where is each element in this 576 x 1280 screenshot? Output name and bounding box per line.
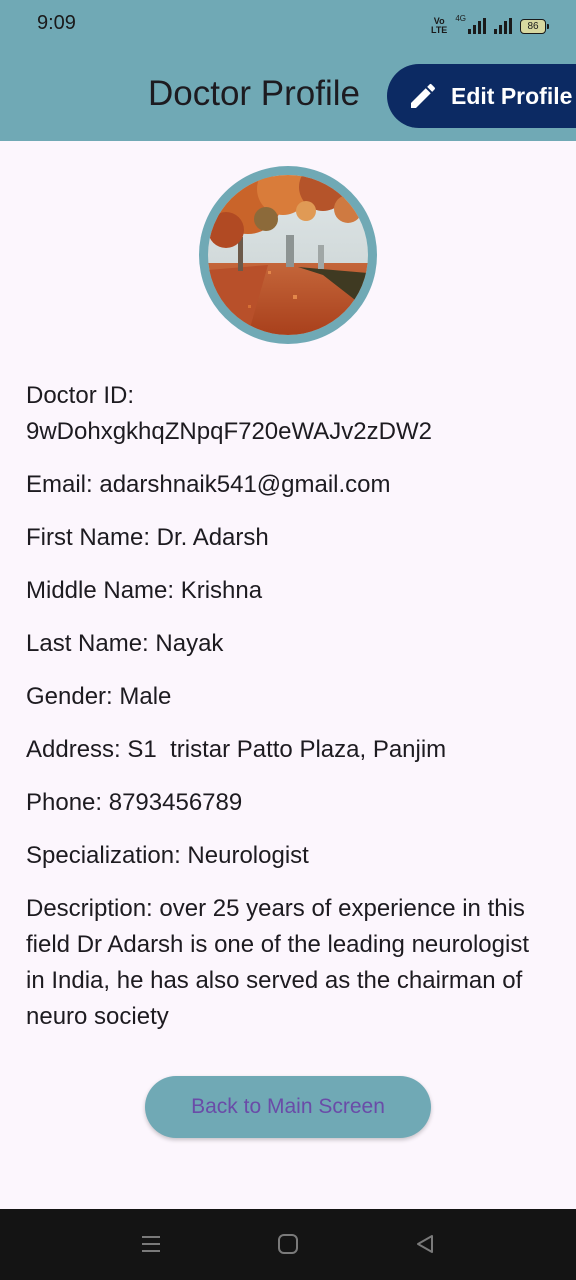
back-to-main-button[interactable]: Back to Main Screen bbox=[145, 1076, 431, 1138]
description-field: Description: over 25 years of experience… bbox=[26, 895, 529, 1030]
email-field: Email: adarshnaik541@gmail.com bbox=[26, 471, 391, 498]
status-time: 9:09 bbox=[37, 12, 76, 34]
address-field: Address: S1 tristar Patto Plaza, Panjim bbox=[26, 736, 447, 763]
edit-profile-button[interactable]: Edit Profile bbox=[387, 64, 576, 128]
specialization-field: Specialization: Neurologist bbox=[26, 842, 309, 869]
last-name-field: Last Name: Nayak bbox=[26, 630, 224, 657]
edit-profile-label: Edit Profile bbox=[451, 82, 573, 109]
doctor-id-value: 9wDohxgkhqZNpqF720eWAJv2zDW2 bbox=[26, 418, 432, 445]
volte-icon: Vo LTE bbox=[430, 16, 448, 35]
system-nav-bar bbox=[0, 1209, 576, 1280]
doctor-id-label: Doctor ID: bbox=[26, 382, 135, 409]
avatar bbox=[208, 175, 368, 335]
menu-icon[interactable] bbox=[140, 1233, 162, 1255]
middle-name-field: Middle Name: Krishna bbox=[26, 577, 263, 604]
page-title: Doctor Profile bbox=[148, 74, 361, 113]
profile-details: Doctor ID: 9wDohxgkhqZNpqF720eWAJv2zDW2 … bbox=[26, 378, 546, 1052]
battery-icon: 86 bbox=[520, 18, 549, 34]
pencil-icon bbox=[411, 83, 436, 108]
signal-icon-2 bbox=[494, 18, 512, 34]
network-type: 4G bbox=[455, 14, 466, 23]
doctor-id-field: Doctor ID: 9wDohxgkhqZNpqF720eWAJv2zDW2 bbox=[26, 378, 546, 450]
back-icon[interactable] bbox=[414, 1233, 436, 1255]
first-name-field: First Name: Dr. Adarsh bbox=[26, 524, 269, 551]
avatar-ring bbox=[199, 166, 377, 344]
signal-icon bbox=[468, 18, 486, 34]
phone-field: Phone: 8793456789 bbox=[26, 789, 243, 816]
home-icon[interactable] bbox=[277, 1233, 299, 1255]
app-bar: 9:09 Vo LTE 4G 86 Doctor Profile Edit Pro… bbox=[0, 0, 576, 141]
status-icons: Vo LTE 4G 86 bbox=[430, 14, 549, 38]
gender-field: Gender: Male bbox=[26, 683, 172, 710]
